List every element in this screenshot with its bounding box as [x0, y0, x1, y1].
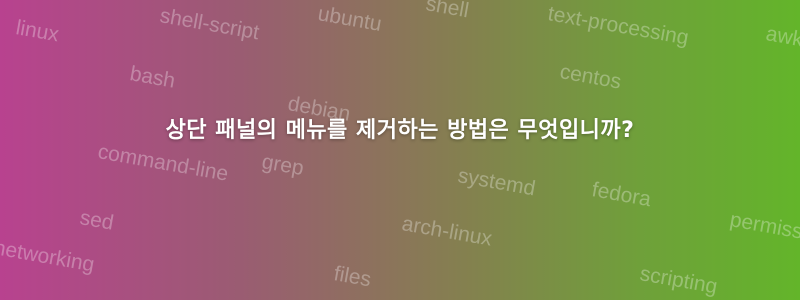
tag-permissions: permissions: [728, 208, 800, 251]
tag-text-processing: text-processing: [546, 2, 691, 50]
tag-systemd: systemd: [456, 164, 538, 201]
tag-networking: networking: [0, 236, 97, 277]
tag-shell-script: shell-script: [158, 4, 261, 45]
tag-shell: shell: [424, 0, 471, 23]
tag-ubuntu: ubuntu: [316, 2, 384, 36]
tag-arch-linux: arch-linux: [400, 212, 494, 251]
tag-linux: linux: [14, 16, 61, 47]
question-banner: linux shell-script ubuntu shell text-pro…: [0, 0, 800, 300]
question-title: 상단 패널의 메뉴를 제거하는 방법은 무엇입니까?: [165, 118, 635, 143]
tag-fedora: fedora: [590, 178, 653, 212]
tag-scripting: scripting: [638, 262, 720, 299]
tag-command-line: command-line: [96, 140, 230, 186]
tag-centos: centos: [558, 60, 624, 94]
tag-sed: sed: [78, 206, 116, 235]
tag-files: files: [332, 262, 373, 292]
tag-bash: bash: [128, 62, 177, 93]
tag-grep: grep: [260, 150, 306, 181]
tag-awk: awk: [764, 22, 800, 52]
